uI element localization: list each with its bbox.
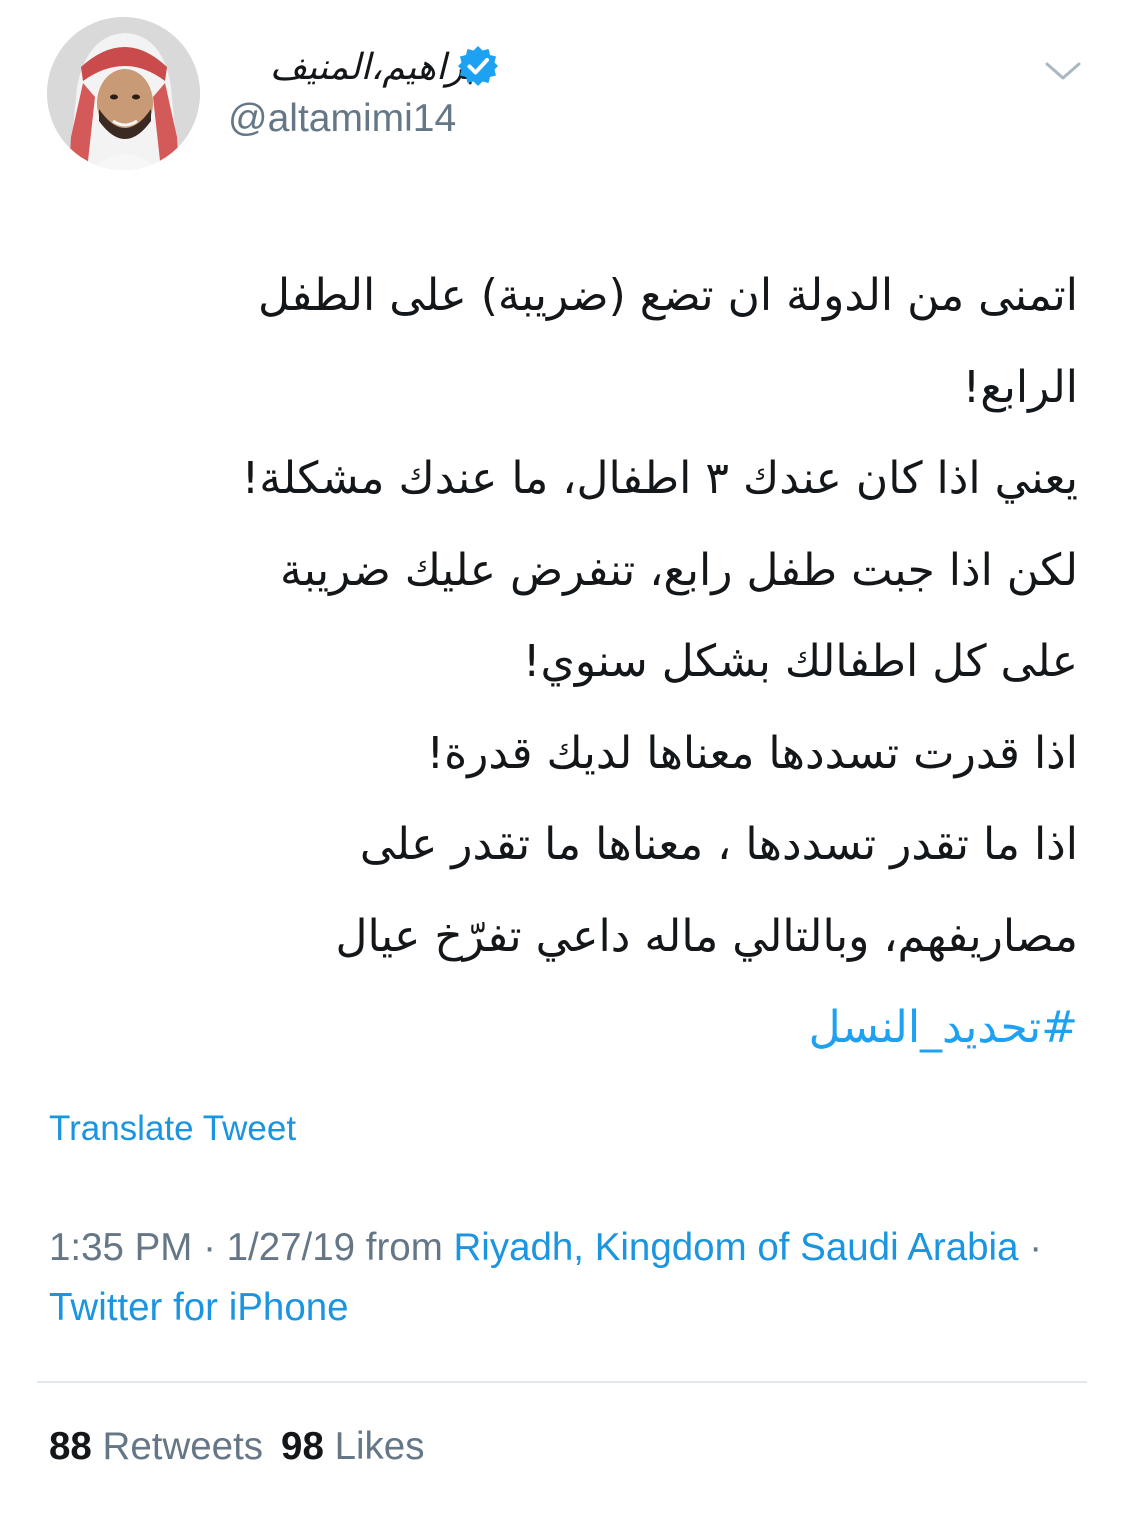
tweet-stats: 88 Retweets 98 Likes xyxy=(49,1417,442,1477)
separator-dot: · xyxy=(192,1226,227,1269)
location-link[interactable]: Riyadh, Kingdom of Saudi Arabia xyxy=(453,1226,1018,1269)
divider xyxy=(37,1381,1087,1383)
likes-count: 98 xyxy=(281,1425,324,1468)
tweet-date: 1/27/19 xyxy=(226,1226,356,1269)
tweet-text-line: اذا ما تقدر تسددها ، معناها ما تقدر على xyxy=(359,819,1078,870)
tweet-time: 1:35 PM xyxy=(49,1226,193,1269)
tweet-text-line: على كل اطفالك بشكل سنوي! xyxy=(522,636,1078,687)
author-handle[interactable]: @altamimi14 xyxy=(228,92,456,146)
retweets-count: 88 xyxy=(49,1425,92,1468)
chevron-down-icon[interactable] xyxy=(1042,52,1084,88)
tweet-text-line: اذا قدرت تسددها معناها لديك قدرة! xyxy=(426,727,1078,779)
likes-label: Likes xyxy=(334,1425,425,1468)
author-display-name[interactable]: ابراهيم،المنيف xyxy=(226,40,486,96)
separator-dot: · xyxy=(1018,1226,1043,1269)
tweet-metadata: 1:35 PM · 1/27/19 from Riyadh, Kingdom o… xyxy=(49,1218,1089,1338)
tweet-text: اتمنى من الدولة ان تضع (ضريبة) على الطفل… xyxy=(40,250,1078,1074)
retweets-stat[interactable]: 88 Retweets xyxy=(49,1425,263,1468)
verified-badge-icon xyxy=(456,44,500,88)
retweets-label: Retweets xyxy=(102,1425,264,1468)
translate-tweet-link[interactable]: Translate Tweet xyxy=(49,1104,296,1154)
tweet-text-line: يعني اذا كان عندك ٣ اطفال، ما عندك مشكلة… xyxy=(241,453,1078,504)
avatar[interactable] xyxy=(47,17,200,170)
tweet-text-line: لكن اذا جبت طفل رابع، تنفرض عليك ضريبة xyxy=(280,544,1078,596)
tweet-text-line: مصاريفهم، وبالتالي ماله داعي تفرّخ عيال xyxy=(335,910,1078,962)
tweet-text-line: الرابع! xyxy=(962,361,1078,413)
from-label: from xyxy=(355,1226,454,1269)
source-link[interactable]: Twitter for iPhone xyxy=(49,1286,349,1329)
tweet-text-line: اتمنى من الدولة ان تضع (ضريبة) على الطفل xyxy=(257,270,1078,321)
hashtag-link[interactable]: #تحديد_النسل xyxy=(40,982,1078,1074)
likes-stat[interactable]: 98 Likes xyxy=(281,1425,424,1468)
